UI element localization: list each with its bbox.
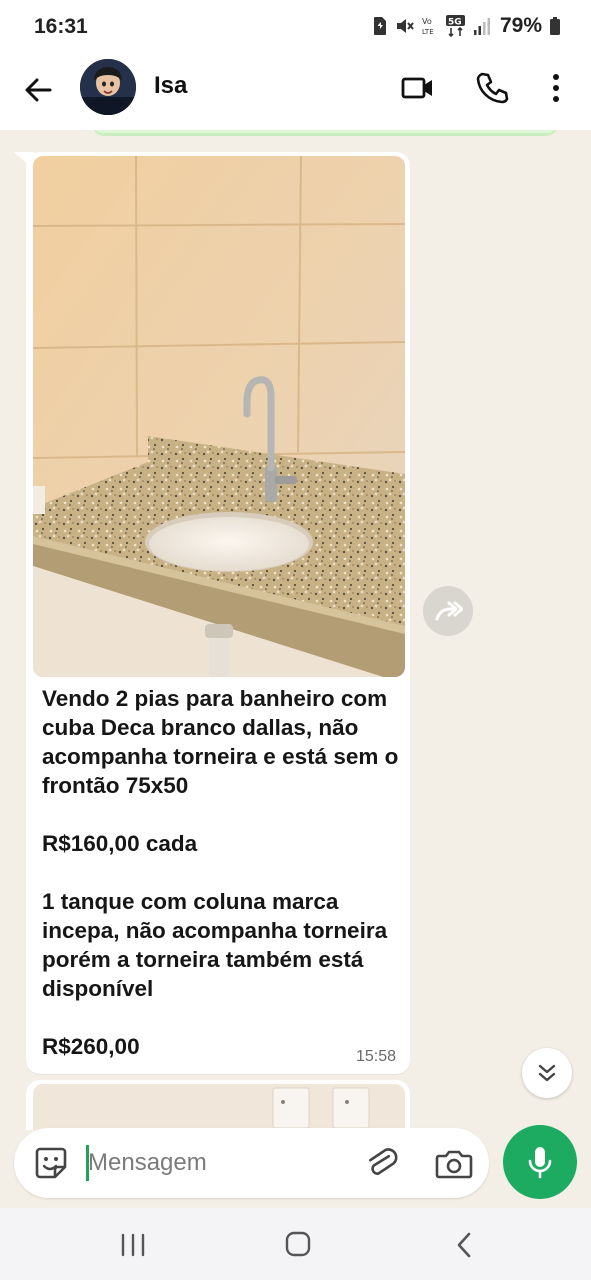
next-message-bubble[interactable] — [26, 1080, 410, 1130]
previous-message-bubble — [92, 130, 558, 136]
battery-level: 79% — [499, 14, 542, 37]
chat-header: Isa — [0, 56, 591, 130]
back-arrow-icon[interactable] — [20, 72, 56, 108]
phone-call-icon[interactable] — [474, 70, 510, 106]
system-navigation-bar — [0, 1208, 591, 1280]
message-time: 15:58 — [355, 1048, 396, 1065]
recent-apps-icon[interactable] — [118, 1232, 148, 1258]
nav-back-icon[interactable] — [452, 1230, 476, 1260]
status-icons: Vo LTE 5G 79% — [373, 14, 561, 38]
status-bar: 16:31 Vo LTE 5G 79% — [0, 0, 591, 56]
avatar[interactable] — [80, 59, 136, 115]
sim-icon — [373, 17, 386, 35]
mic-icon — [528, 1147, 552, 1179]
svg-text:LTE: LTE — [422, 28, 434, 36]
message-input[interactable] — [88, 1142, 348, 1184]
mic-button[interactable] — [503, 1125, 577, 1199]
attach-icon[interactable] — [364, 1144, 398, 1182]
sticker-icon[interactable] — [32, 1144, 70, 1182]
battery-icon — [550, 17, 560, 35]
bathroom-sink-photo[interactable] — [33, 156, 405, 677]
forward-icon — [435, 601, 463, 621]
camera-icon[interactable] — [434, 1144, 474, 1182]
svg-text:5G: 5G — [448, 18, 462, 28]
5g-icon: 5G — [445, 15, 465, 37]
home-icon[interactable] — [284, 1230, 312, 1258]
volte-icon: Vo LTE — [422, 17, 434, 36]
status-time: 16:31 — [34, 15, 88, 38]
scroll-to-bottom-button[interactable] — [522, 1048, 572, 1098]
message-text: Vendo 2 pias para banheiro com cuba Deca… — [42, 686, 399, 1059]
chat-area[interactable]: Vendo 2 pias para banheiro com cuba Deca… — [0, 130, 591, 1130]
contact-name[interactable]: Isa — [154, 72, 187, 100]
double-chevron-down-icon — [538, 1064, 556, 1082]
next-photo[interactable] — [33, 1084, 405, 1130]
more-options-icon[interactable] — [541, 70, 571, 106]
mute-icon — [396, 19, 414, 33]
forward-button[interactable] — [423, 586, 473, 636]
message-bubble[interactable]: Vendo 2 pias para banheiro com cuba Deca… — [26, 152, 410, 1074]
video-call-icon[interactable] — [400, 70, 436, 106]
svg-text:Vo: Vo — [422, 17, 432, 26]
signal-icon — [473, 18, 490, 35]
message-composer — [14, 1128, 489, 1198]
